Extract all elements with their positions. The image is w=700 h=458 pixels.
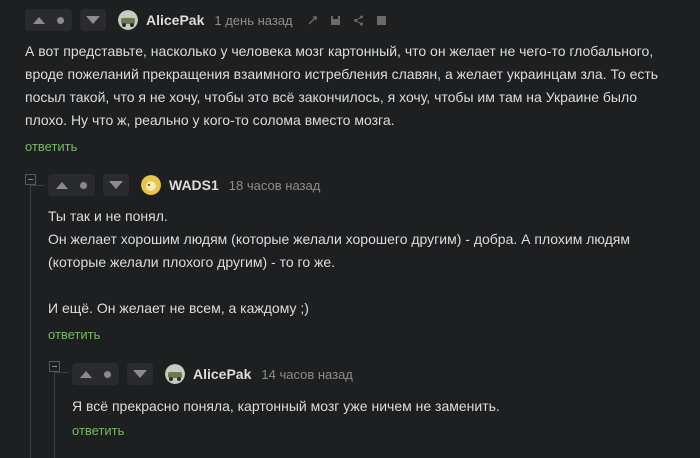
comment-line: (которые желали плохого другим) - то го … bbox=[48, 254, 336, 270]
comment-author[interactable]: WADS1 bbox=[169, 177, 219, 193]
reply-link[interactable]: ответить bbox=[48, 327, 100, 342]
rating-dot-icon bbox=[57, 16, 64, 24]
car-avatar-icon[interactable] bbox=[118, 10, 138, 30]
comment-text: Ты так и не понял. Он желает хорошим люд… bbox=[48, 205, 688, 320]
comment-line bbox=[48, 274, 688, 297]
comment-header: AlicePak 1 день назад bbox=[25, 7, 387, 33]
vote-box bbox=[72, 363, 119, 385]
comment-text: Я всё прекрасно поняла, картонный мозг у… bbox=[72, 395, 682, 418]
rating-dot-icon bbox=[104, 370, 111, 378]
comment-line: вроде пожеланий прекращения взаимного ис… bbox=[25, 66, 659, 82]
save-icon[interactable] bbox=[330, 15, 341, 26]
reply-link[interactable]: ответить bbox=[72, 423, 124, 438]
comment-author[interactable]: AlicePak bbox=[146, 12, 204, 28]
report-flag-icon[interactable] bbox=[376, 15, 387, 26]
collapse-thread-button[interactable] bbox=[25, 174, 36, 185]
downvote-button[interactable] bbox=[80, 9, 106, 31]
comment-time[interactable]: 1 день назад bbox=[214, 13, 292, 28]
thread-line bbox=[54, 372, 55, 458]
share-icon[interactable] bbox=[353, 15, 364, 26]
comment-author[interactable]: AlicePak bbox=[193, 366, 251, 382]
comment-line: посыл такой, что я не хочу, чтобы это вс… bbox=[25, 89, 638, 105]
car-avatar-icon[interactable] bbox=[165, 364, 185, 384]
vote-box bbox=[25, 9, 72, 31]
reply-link[interactable]: ответить bbox=[25, 139, 77, 154]
upvote-icon[interactable] bbox=[56, 181, 68, 189]
downvote-icon bbox=[109, 181, 123, 189]
link-icon[interactable] bbox=[307, 15, 318, 26]
downvote-icon bbox=[86, 16, 100, 24]
collapse-thread-button[interactable] bbox=[49, 361, 60, 372]
chick-avatar-icon[interactable] bbox=[141, 175, 161, 195]
comment-header: WADS1 18 часов назад bbox=[48, 172, 320, 198]
vote-box bbox=[48, 174, 95, 196]
comment-line: плохо. Ну что ж, реально у кого-то солом… bbox=[25, 112, 395, 128]
thread-branch bbox=[30, 185, 44, 186]
comment-time[interactable]: 18 часов назад bbox=[229, 178, 321, 193]
upvote-icon[interactable] bbox=[33, 16, 45, 24]
comment-line: Он желает хорошим людям (которые желали … bbox=[48, 231, 630, 247]
comment-header: AlicePak 14 часов назад bbox=[72, 361, 353, 387]
comment-line: Я всё прекрасно поняла, картонный мозг у… bbox=[72, 398, 500, 414]
downvote-icon bbox=[133, 370, 147, 378]
thread-line bbox=[30, 185, 31, 458]
comment-line: Ты так и не понял. bbox=[48, 208, 168, 224]
downvote-button[interactable] bbox=[103, 174, 129, 196]
comment-line: И ещё. Он желает не всем, а каждому ;) bbox=[48, 300, 309, 316]
comment-line: А вот представьте, насколько у человека … bbox=[25, 43, 654, 59]
comment-time[interactable]: 14 часов назад bbox=[261, 367, 353, 382]
rating-dot-icon bbox=[80, 181, 87, 189]
upvote-icon[interactable] bbox=[80, 370, 92, 378]
comment-text: А вот представьте, насколько у человека … bbox=[25, 40, 685, 132]
thread-branch bbox=[54, 372, 68, 373]
downvote-button[interactable] bbox=[127, 363, 153, 385]
